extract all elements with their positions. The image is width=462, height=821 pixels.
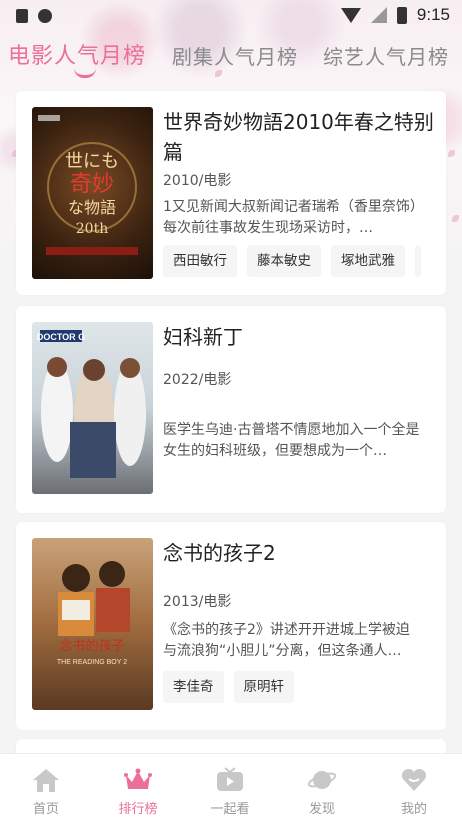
svg-text:THE READING BOY 2: THE READING BOY 2 <box>57 659 127 666</box>
poster-art: DOCTOR G <box>37 330 146 478</box>
nav-item-discover[interactable]: 发现 <box>276 754 368 821</box>
nav-item-ranking[interactable]: 排行榜 <box>92 754 184 821</box>
movie-year-type: 2022/电影 <box>163 372 232 388</box>
status-time: 9:15 <box>416 5 450 24</box>
active-tab-indicator <box>74 68 96 78</box>
actor-chip[interactable]: 李佳奇 <box>163 671 224 703</box>
poster-art: 念书的孩子 THE READING BOY 2 <box>57 561 130 666</box>
svg-text:奇妙: 奇妙 <box>70 172 114 197</box>
nav-label: 我的 <box>400 802 427 817</box>
tab-series-ranking[interactable]: 剧集人气月榜 <box>172 41 298 70</box>
battery-icon <box>396 6 407 24</box>
movie-title: 世界奇妙物語2010年春之特别篇 <box>163 110 434 164</box>
tab-variety-ranking[interactable]: 综艺人气月榜 <box>323 41 449 70</box>
actor-chip[interactable]: 藤本敏史 <box>247 245 321 277</box>
nav-label: 排行榜 <box>118 802 158 817</box>
svg-text:念书的孩子: 念书的孩子 <box>59 638 124 654</box>
home-icon <box>33 769 59 792</box>
actor-chip[interactable]: 西田敏行 <box>163 245 237 277</box>
crown-icon <box>124 768 152 789</box>
actor-chip[interactable]: 原明轩 <box>233 671 294 703</box>
actor-list: 李佳奇 原明轩 <box>163 671 294 703</box>
actor-list: 西田敏行 藤本敏史 塚地武雅 <box>163 245 421 277</box>
movie-poster: 世にも 奇妙 な物語 20th <box>32 107 153 279</box>
planet-icon <box>308 771 336 789</box>
movie-year-type: 2010/电影 <box>163 173 232 189</box>
nav-label: 首页 <box>32 802 59 817</box>
movie-description: 《念书的孩子2》讲述开开进城上学被迫与流浪狗“小胆儿”分离，但这条通人… <box>163 622 410 659</box>
poster-art: 世にも 奇妙 な物語 20th <box>38 115 138 255</box>
actor-chip-overflow <box>415 245 421 277</box>
ranking-tabs: 电影人气月榜 剧集人气月榜 综艺人气月榜 <box>0 38 462 82</box>
movie-poster: DOCTOR G <box>32 322 153 494</box>
movie-year-type: 2013/电影 <box>163 594 232 610</box>
svg-text:世にも: 世にも <box>65 151 119 172</box>
tab-movie-ranking[interactable]: 电影人气月榜 <box>8 38 146 70</box>
status-bar: 9:15 <box>0 0 462 32</box>
movie-poster: 念书的孩子 THE READING BOY 2 <box>32 538 153 710</box>
notification-icon <box>16 9 28 23</box>
wifi-icon <box>340 7 361 23</box>
nav-label: 一起看 <box>210 802 250 817</box>
nav-item-mine[interactable]: 我的 <box>368 754 460 821</box>
nav-label: 发现 <box>308 802 335 817</box>
movie-title: 妇科新丁 <box>163 325 243 349</box>
petal-decoration <box>448 150 455 157</box>
movie-card[interactable]: DOCTOR G 妇科新丁 2022/电影 医学生乌迪·古普塔不情愿地加入一个全… <box>16 306 446 513</box>
svg-text:DOCTOR G: DOCTOR G <box>37 332 85 342</box>
movie-description: 1又见新闻大叔新闻记者瑞希（香里奈饰）每次前往事故发生现场采访时，… <box>163 199 417 236</box>
movie-card[interactable]: 世にも 奇妙 な物語 20th 世界奇妙物語2010年春之特别篇 2010/电影… <box>16 91 446 295</box>
svg-text:20th: 20th <box>76 221 108 237</box>
shield-icon <box>38 9 52 23</box>
tv-icon <box>217 767 243 791</box>
movie-description: 医学生乌迪·古普塔不情愿地加入一个全是女生的妇科班级，但要想成为一个… <box>163 422 420 459</box>
signal-icon <box>370 7 387 23</box>
petal-decoration <box>452 215 459 222</box>
bottom-navigation: 首页 排行榜 一起看 发现 我的 <box>0 753 462 821</box>
nav-item-home[interactable]: 首页 <box>0 754 92 821</box>
svg-text:な物語: な物語 <box>68 198 116 217</box>
nav-item-watch-together[interactable]: 一起看 <box>184 754 276 821</box>
heart-icon <box>401 768 427 791</box>
movie-title: 念书的孩子2 <box>163 541 276 565</box>
movie-card[interactable]: 念书的孩子 THE READING BOY 2 念书的孩子2 2013/电影 《… <box>16 522 446 730</box>
actor-chip[interactable]: 塚地武雅 <box>331 245 405 277</box>
